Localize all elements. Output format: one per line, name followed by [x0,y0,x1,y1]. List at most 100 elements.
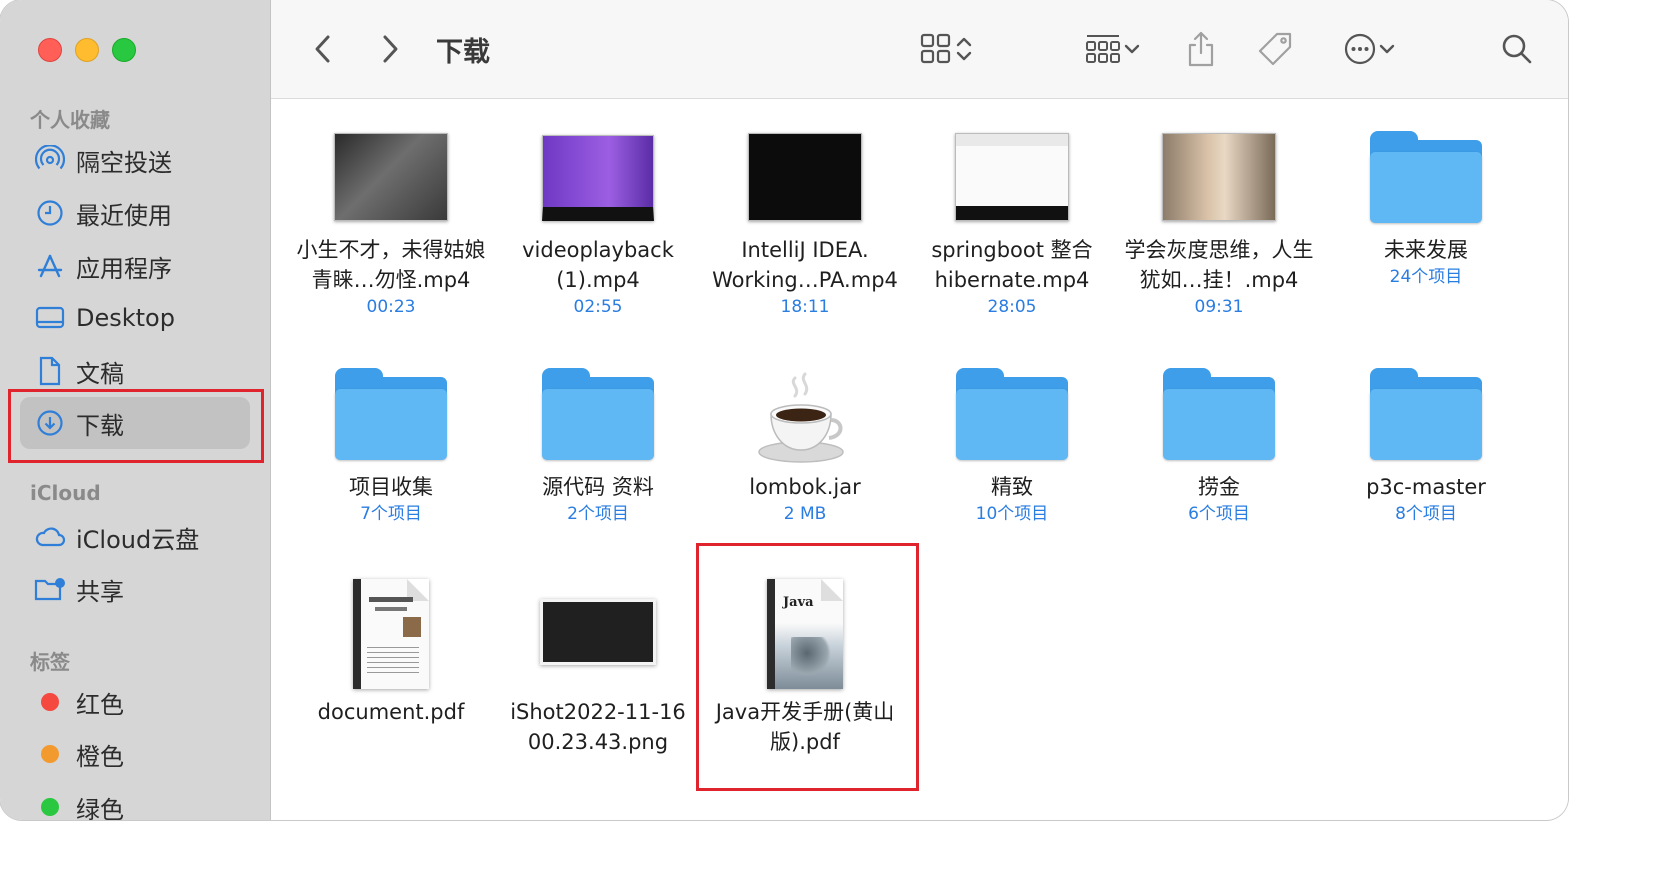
file-item[interactable]: 项目收集 7个项目 [288,346,494,526]
file-name: 未来发展 [1384,238,1468,262]
file-name: 学会灰度思维，人生犹如…挂！.mp4 [1124,238,1314,292]
cloud-icon [32,519,68,555]
chevron-down-icon [1124,44,1140,54]
sidebar-item-label: Desktop [76,304,175,332]
file-info: 18:11 [780,297,830,317]
icloud-section-title: iCloud [30,481,101,505]
search-icon [1502,34,1532,64]
video-thumbnail [542,135,654,221]
file-info: 8个项目 [1395,504,1457,524]
file-item[interactable]: document.pdf [288,571,494,727]
file-name: iShot2022-11-16 00.23.43.png [510,700,686,754]
file-info: 09:31 [1194,297,1244,317]
file-item[interactable]: 学会灰度思维，人生犹如…挂！.mp4 09:31 [1116,109,1322,319]
file-item[interactable]: 捞金 6个项目 [1116,346,1322,526]
sidebar-item-applications[interactable]: 应用程序 [20,240,250,292]
tag-button[interactable] [1253,24,1297,74]
image-thumbnail [540,599,656,665]
sidebar-item-tag-orange[interactable]: 橙色 [20,728,250,780]
sidebar: 个人收藏 隔空投送 最近使用 应用程序 Desktop 文稿 下载 iCloud… [0,0,271,820]
zoom-button[interactable] [112,38,136,62]
file-item[interactable]: 未来发展 24个项目 [1323,109,1529,289]
sidebar-item-label: 文稿 [76,359,124,388]
file-info: 24个项目 [1389,267,1463,287]
file-info: 10个项目 [975,504,1049,524]
sidebar-item-label: 橙色 [76,742,124,771]
file-name: p3c-master [1366,475,1486,499]
file-item[interactable]: videoplayback (1).mp4 02:55 [495,109,701,319]
more-actions-button[interactable] [1335,24,1405,74]
sidebar-item-tag-red[interactable]: 红色 [20,676,250,728]
clock-icon [32,195,68,231]
file-item[interactable]: 精致 10个项目 [909,346,1115,526]
file-name: lombok.jar [749,475,861,499]
back-button[interactable] [305,24,341,74]
share-button[interactable] [1181,24,1221,74]
file-name: 小生不才，未得姑娘青睐…勿怪.mp4 [296,238,486,292]
video-thumbnail [1162,133,1276,221]
folder-icon [956,368,1068,460]
red-tag-dot-icon [32,684,68,720]
minimize-button[interactable] [75,38,99,62]
sidebar-item-label: 绿色 [76,795,124,821]
grid-view-icon [920,33,951,64]
applications-icon [32,248,68,284]
sidebar-item-recents[interactable]: 最近使用 [20,187,250,239]
file-info: 00:23 [366,297,416,317]
file-item[interactable]: iShot2022-11-16 00.23.43.png [495,571,701,757]
sidebar-item-label: 共享 [76,577,124,606]
file-info: 7个项目 [360,504,422,524]
file-name: document.pdf [317,700,465,724]
close-button[interactable] [38,38,62,62]
chevron-right-icon [383,35,398,63]
group-grid-icon [1086,35,1120,63]
file-item[interactable]: 源代码 资料 2个项目 [495,346,701,526]
window-title: 下载 [436,37,490,68]
desktop-icon [32,300,68,336]
file-item[interactable]: 小生不才，未得姑娘青睐…勿怪.mp4 00:23 [288,109,494,319]
sidebar-item-label: 最近使用 [76,201,172,230]
file-item[interactable]: IntelliJ IDEA. Working…PA.mp4 18:11 [702,109,908,319]
pdf-thumbnail [353,579,429,689]
file-item[interactable]: springboot 整合 hibernate.mp4 28:05 [909,109,1115,319]
share-icon [1188,31,1214,67]
file-info: 28:05 [987,297,1037,317]
folder-icon [1370,368,1482,460]
tag-icon [1258,32,1292,66]
document-icon [32,353,68,389]
file-item[interactable]: p3c-master 8个项目 [1323,346,1529,526]
orange-tag-dot-icon [32,736,68,772]
sidebar-item-label: 应用程序 [76,254,172,283]
forward-button[interactable] [372,24,408,74]
video-thumbnail [748,133,862,221]
up-down-chevron-icon [956,37,972,61]
green-tag-dot-icon [32,789,68,820]
sidebar-item-desktop[interactable]: Desktop [20,292,250,344]
file-name: springboot 整合 hibernate.mp4 [931,238,1093,292]
sidebar-item-shared[interactable]: 共享 [20,563,250,615]
file-name: 源代码 资料 [542,475,654,499]
folder-icon [542,368,654,460]
search-button[interactable] [1497,24,1537,74]
file-info: 2 MB [783,504,827,524]
file-name: 项目收集 [349,475,433,499]
sidebar-item-icloud-drive[interactable]: iCloud云盘 [20,511,250,563]
folder-icon [1163,368,1275,460]
chevron-left-icon [315,35,330,63]
sidebar-item-airdrop[interactable]: 隔空投送 [20,134,250,186]
chevron-down-icon [1379,44,1395,54]
view-mode-button[interactable] [911,24,983,74]
file-name: 精致 [991,475,1033,499]
file-item[interactable]: lombok.jar 2 MB [702,346,908,526]
sidebar-item-label: 隔空投送 [76,148,172,177]
group-button[interactable] [1077,24,1149,74]
sidebar-item-label: 红色 [76,690,124,719]
file-name: 捞金 [1198,475,1240,499]
video-thumbnail [334,133,448,221]
sidebar-item-tag-green[interactable]: 绿色 [20,781,250,820]
ellipsis-circle-icon [1344,33,1376,65]
folder-icon [1370,131,1482,223]
highlight-box-java-pdf [696,543,919,791]
sidebar-item-label: iCloud云盘 [76,525,200,554]
favorites-section-title: 个人收藏 [30,108,110,132]
